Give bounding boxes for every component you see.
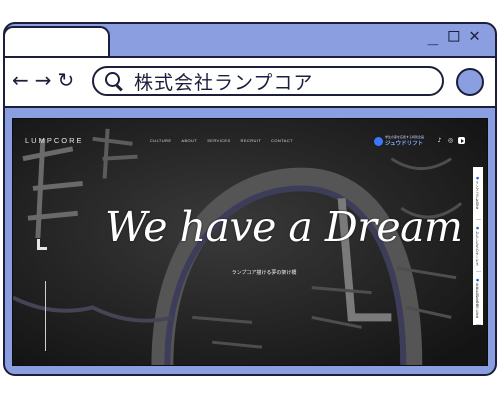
side-menu-item-recruit[interactable]: ● 未来を創る仲間になる [475, 272, 481, 326]
nav-culture[interactable]: CULTURE [150, 138, 171, 143]
nav-contact[interactable]: CONTACT [271, 138, 293, 143]
youtube-icon[interactable] [458, 137, 465, 144]
nav-about[interactable]: ABOUT [181, 138, 197, 143]
side-menu-item-services[interactable]: ● わたしたちのサービス [475, 220, 481, 273]
profile-avatar[interactable] [456, 68, 484, 96]
site-logo[interactable]: LUMPCORE [25, 136, 84, 145]
back-button[interactable]: ← [12, 65, 29, 95]
search-icon [104, 71, 124, 91]
browser-tab[interactable] [3, 26, 110, 58]
hero-title: We have a Dream [105, 203, 463, 251]
promo-banner[interactable]: 学生の夢を応援する特別企画 ジュウドリフト [374, 135, 424, 147]
reload-button[interactable]: ↻ [58, 65, 75, 95]
web-page-viewport: LUMPCORE CULTURE ABOUT SERVICES RECRUIT … [12, 118, 488, 366]
window-controls: _ □ ✕ [427, 26, 480, 46]
minimize-button[interactable]: _ [427, 26, 438, 46]
side-menu: ● ランプコアを知る ● わたしたちのサービス ● 未来を創る仲間になる [473, 167, 483, 326]
site-nav: CULTURE ABOUT SERVICES RECRUIT CONTACT [150, 138, 293, 143]
side-menu-item-about[interactable]: ● ランプコアを知る [475, 167, 481, 220]
close-button[interactable]: ✕ [469, 26, 480, 46]
promo-title: ジュウドリフト [385, 141, 424, 147]
hero-subtitle: ランプコア描ける夢の架け橋 [231, 270, 297, 276]
maximize-button[interactable]: □ [448, 26, 459, 46]
instagram-icon[interactable]: ◎ [447, 137, 454, 144]
nav-recruit[interactable]: RECRUIT [241, 138, 262, 143]
tiktok-icon[interactable]: ♪ [436, 137, 443, 144]
promo-logo-icon [374, 137, 383, 146]
navigation-buttons: ← → ↻ [12, 65, 74, 95]
forward-button[interactable]: → [35, 65, 52, 95]
social-links: ♪ ◎ [436, 137, 465, 144]
nav-services[interactable]: SERVICES [207, 138, 230, 143]
brand-mark-icon [37, 239, 47, 250]
address-bar[interactable]: 株式会社ランプコア [92, 66, 444, 96]
address-text[interactable]: 株式会社ランプコア [134, 68, 313, 95]
scroll-indicator-line [45, 281, 46, 351]
